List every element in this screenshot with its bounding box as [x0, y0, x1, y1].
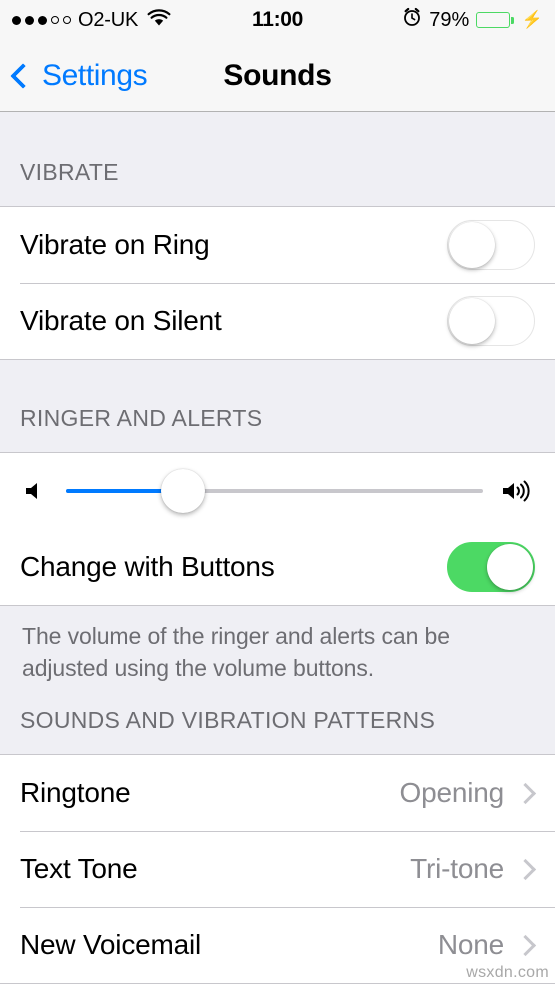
speaker-low-icon — [22, 478, 48, 504]
lightning-bolt-icon: ⚡ — [521, 10, 543, 29]
section-header-sounds-and-vibration-patterns: SOUNDS AND VIBRATION PATTERNS — [20, 707, 436, 733]
iphone-sounds-settings-screen: O2-UK 11:00 79% ⚡ Settings Sounds VIBRAT… — [0, 0, 555, 984]
group-ringer-and-alerts: Change with Buttons — [0, 452, 555, 606]
row-text-tone[interactable]: Text Tone Tri-tone — [0, 831, 555, 907]
spacer-sounds — [0, 694, 555, 704]
spacer-ringer-2 — [0, 432, 555, 452]
section-header-ringer-and-alerts: RINGER AND ALERTS — [20, 405, 263, 431]
row-ringtone[interactable]: Ringtone Opening — [0, 755, 555, 831]
status-bar-right: 79% ⚡ — [402, 7, 543, 33]
row-control: Opening — [399, 777, 537, 809]
spacer-vibrate-2 — [0, 186, 555, 206]
chevron-right-icon — [514, 934, 537, 956]
spacer-ringer — [0, 360, 555, 402]
chevron-right-icon — [514, 782, 537, 804]
row-control — [447, 296, 535, 346]
status-bar-left: O2-UK — [12, 8, 171, 33]
back-button-label: Settings — [42, 58, 148, 92]
row-label: Vibrate on Ring — [20, 229, 210, 260]
row-label: Change with Buttons — [20, 551, 275, 582]
row-vibrate-on-silent[interactable]: Vibrate on Silent — [0, 283, 555, 359]
carrier-label: O2-UK — [78, 8, 139, 31]
alarm-clock-icon — [402, 7, 422, 33]
row-change-with-buttons[interactable]: Change with Buttons — [0, 529, 555, 605]
row-value: None — [437, 929, 504, 960]
row-control — [447, 542, 535, 592]
wifi-icon — [147, 8, 171, 33]
status-bar: O2-UK 11:00 79% ⚡ — [0, 0, 555, 40]
watermark: wsxdn.com — [466, 964, 549, 981]
navigation-bar: Settings Sounds — [0, 40, 555, 112]
chevron-left-icon — [10, 62, 36, 89]
row-label: Text Tone — [20, 853, 138, 884]
row-control: None — [437, 929, 537, 961]
footer-note-ringer: The volume of the ringer and alerts can … — [0, 606, 555, 694]
row-control — [447, 220, 535, 270]
volume-slider[interactable] — [66, 469, 483, 513]
spacer-sounds-2 — [0, 734, 555, 754]
back-button-settings[interactable]: Settings — [0, 58, 148, 93]
group-vibrate: Vibrate on Ring Vibrate on Silent — [0, 206, 555, 360]
toggle-vibrate-on-ring[interactable] — [447, 220, 535, 270]
row-label: Ringtone — [20, 777, 131, 808]
row-vibrate-on-ring[interactable]: Vibrate on Ring — [0, 207, 555, 283]
spacer-vibrate — [0, 112, 555, 156]
section-header-vibrate: VIBRATE — [20, 159, 119, 185]
row-value: Tri-tone — [410, 853, 504, 884]
battery-icon — [476, 12, 514, 28]
group-sounds-and-vibration-patterns: Ringtone Opening Text Tone Tri-tone New … — [0, 754, 555, 984]
row-label: Vibrate on Silent — [20, 305, 222, 336]
volume-slider-knob[interactable] — [160, 469, 205, 513]
toggle-change-with-buttons[interactable] — [447, 542, 535, 592]
row-control: Tri-tone — [410, 853, 537, 885]
chevron-right-icon — [514, 858, 537, 880]
row-label: New Voicemail — [20, 929, 202, 960]
row-ringer-volume[interactable] — [0, 453, 555, 529]
speaker-high-icon — [501, 478, 533, 504]
signal-strength-icon — [12, 15, 71, 25]
toggle-vibrate-on-silent[interactable] — [447, 296, 535, 346]
battery-percent-label: 79% — [429, 8, 470, 31]
row-value: Opening — [399, 777, 505, 808]
